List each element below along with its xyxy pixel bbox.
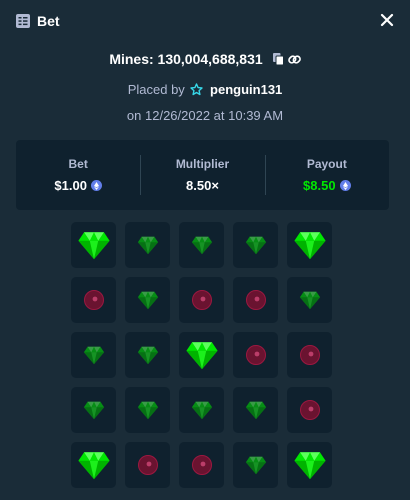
gem-icon (77, 452, 110, 480)
gem-icon (185, 342, 218, 370)
gem-icon (137, 236, 158, 255)
grid-tile[interactable] (233, 442, 278, 488)
gem-icon (137, 401, 158, 420)
grid-tile[interactable] (125, 442, 170, 488)
grid-tile[interactable] (179, 387, 224, 433)
gem-icon (293, 452, 326, 480)
grid-tile[interactable] (179, 332, 224, 378)
mine-icon (191, 455, 212, 475)
mine-icon (83, 290, 104, 310)
gem-icon (293, 232, 326, 260)
grid-tile[interactable] (233, 332, 278, 378)
bet-value-wrap: $1.00 (54, 178, 102, 193)
username-link[interactable]: penguin131 (210, 82, 282, 97)
bet-stat: Bet $1.00 (16, 140, 140, 210)
gem-icon (83, 401, 104, 420)
bet-date: on 12/26/2022 at 10:39 AM (126, 108, 284, 123)
grid-tile[interactable] (233, 222, 278, 268)
game-id-text: Mines: 130,004,688,831 (109, 51, 263, 67)
grid-tile[interactable] (71, 442, 116, 488)
payout-label: Payout (306, 157, 347, 171)
gem-icon (137, 291, 158, 310)
grid-tile[interactable] (125, 387, 170, 433)
mine-icon (245, 345, 266, 365)
gem-icon (83, 346, 104, 365)
mines-grid (71, 222, 336, 490)
multiplier-stat: Multiplier 8.50× (140, 140, 264, 210)
grid-tile[interactable] (125, 277, 170, 323)
game-id-line: Mines: 130,004,688,831 (0, 49, 410, 69)
grid-tile[interactable] (287, 277, 332, 323)
mine-icon (191, 290, 212, 310)
grid-tile[interactable] (287, 222, 332, 268)
vip-star-icon (190, 83, 204, 96)
grid-tile[interactable] (71, 277, 116, 323)
bet-label: Bet (68, 157, 88, 171)
bet-stats-panel: Bet $1.00 Multiplier 8.50× Payout $8.50 (16, 140, 389, 210)
mine-icon (137, 455, 158, 475)
grid-tile[interactable] (233, 277, 278, 323)
mine-icon (299, 345, 320, 365)
grid-tile[interactable] (179, 442, 224, 488)
grid-tile[interactable] (125, 332, 170, 378)
gem-icon (245, 236, 266, 255)
grid-tile[interactable] (233, 387, 278, 433)
grid-tile[interactable] (71, 222, 116, 268)
close-icon[interactable] (380, 13, 394, 27)
link-icon[interactable] (287, 53, 301, 66)
grid-tile[interactable] (71, 332, 116, 378)
gem-icon (245, 456, 266, 475)
mine-icon (245, 290, 266, 310)
gem-icon (137, 346, 158, 365)
modal-title: Bet (37, 13, 60, 29)
multiplier-label: Multiplier (175, 157, 230, 171)
eth-coin-icon (339, 180, 351, 191)
payout-value-wrap: $8.50 (303, 178, 351, 193)
multiplier-value: 8.50× (186, 178, 219, 193)
grid-tile[interactable] (287, 387, 332, 433)
gem-icon (77, 232, 110, 260)
grid-tile[interactable] (287, 332, 332, 378)
gem-icon (299, 291, 320, 310)
bet-list-icon (16, 14, 30, 28)
eth-coin-icon (90, 180, 102, 191)
gem-icon (191, 236, 212, 255)
payout-stat: Payout $8.50 (264, 140, 389, 210)
gem-icon (245, 401, 266, 420)
modal-header: Bet (0, 0, 410, 42)
grid-tile[interactable] (125, 222, 170, 268)
payout-value: $8.50 (303, 178, 336, 193)
placed-by-label: Placed by (127, 82, 185, 97)
grid-tile[interactable] (71, 387, 116, 433)
grid-tile[interactable] (179, 222, 224, 268)
grid-tile[interactable] (287, 442, 332, 488)
grid-tile[interactable] (179, 277, 224, 323)
gem-icon (191, 401, 212, 420)
bet-value: $1.00 (54, 178, 87, 193)
mine-icon (299, 400, 320, 420)
copy-icon[interactable] (272, 53, 284, 65)
placed-by-line: Placed by penguin131 (0, 82, 410, 97)
